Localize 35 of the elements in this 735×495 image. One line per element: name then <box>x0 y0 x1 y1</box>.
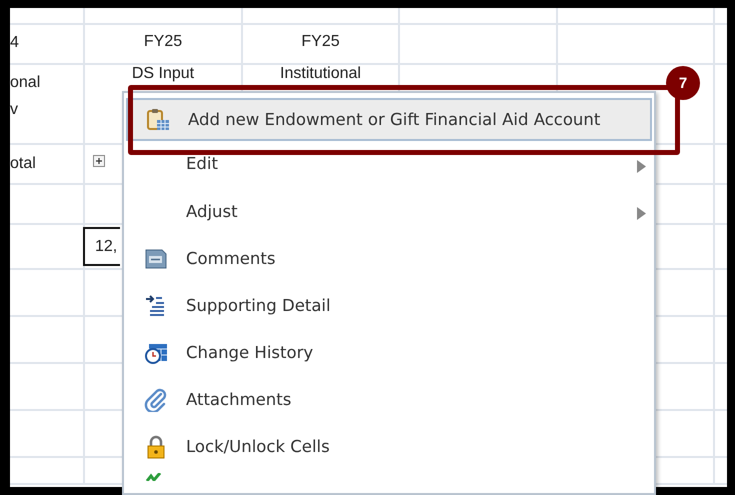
grid-cell[interactable]: 4 <box>10 25 85 65</box>
grid-cell[interactable] <box>558 25 715 65</box>
menu-item[interactable]: Edit <box>126 153 652 188</box>
menu-item[interactable]: Supporting Detail <box>126 282 652 329</box>
submenu-caret-icon <box>637 160 646 173</box>
paperclip-icon <box>144 388 168 412</box>
grid-cell[interactable] <box>10 225 85 270</box>
grid-cell[interactable] <box>400 25 558 65</box>
comment-icon <box>144 246 168 270</box>
grid-cell[interactable] <box>10 364 85 411</box>
menu-item[interactable]: Attachments <box>126 376 652 423</box>
grid-cell[interactable] <box>10 411 85 458</box>
menu-item[interactable]: Lock/Unlock Cells <box>126 423 652 470</box>
expand-icon[interactable] <box>93 155 105 167</box>
menu-item[interactable]: Comments <box>126 235 652 282</box>
menu-item[interactable]: Change History <box>126 329 652 376</box>
menu-item[interactable]: Add new Endowment or Gift Financial Aid Account <box>126 98 652 141</box>
grid-cell[interactable] <box>400 8 558 25</box>
grid-cell[interactable] <box>10 8 85 25</box>
grid-cell[interactable] <box>558 8 715 25</box>
menu-item[interactable]: Adjust <box>126 188 652 235</box>
grid-cell[interactable]: onal v <box>10 65 85 145</box>
grid-cell[interactable] <box>10 185 85 225</box>
grid-cell[interactable] <box>10 270 85 317</box>
grid-cell[interactable] <box>10 317 85 364</box>
grid-cell[interactable] <box>243 8 400 25</box>
clipboard-icon <box>146 108 170 132</box>
grid-cell[interactable] <box>85 8 243 25</box>
grid-cell[interactable]: FY25 <box>85 25 243 65</box>
submenu-caret-icon <box>637 207 646 220</box>
selected-cell[interactable]: 12, <box>83 227 120 266</box>
grid-cell[interactable] <box>10 458 85 485</box>
grid-cell[interactable]: otal <box>10 145 85 185</box>
grid-cell[interactable]: FY25 <box>243 25 400 65</box>
padlock-icon <box>145 434 167 458</box>
